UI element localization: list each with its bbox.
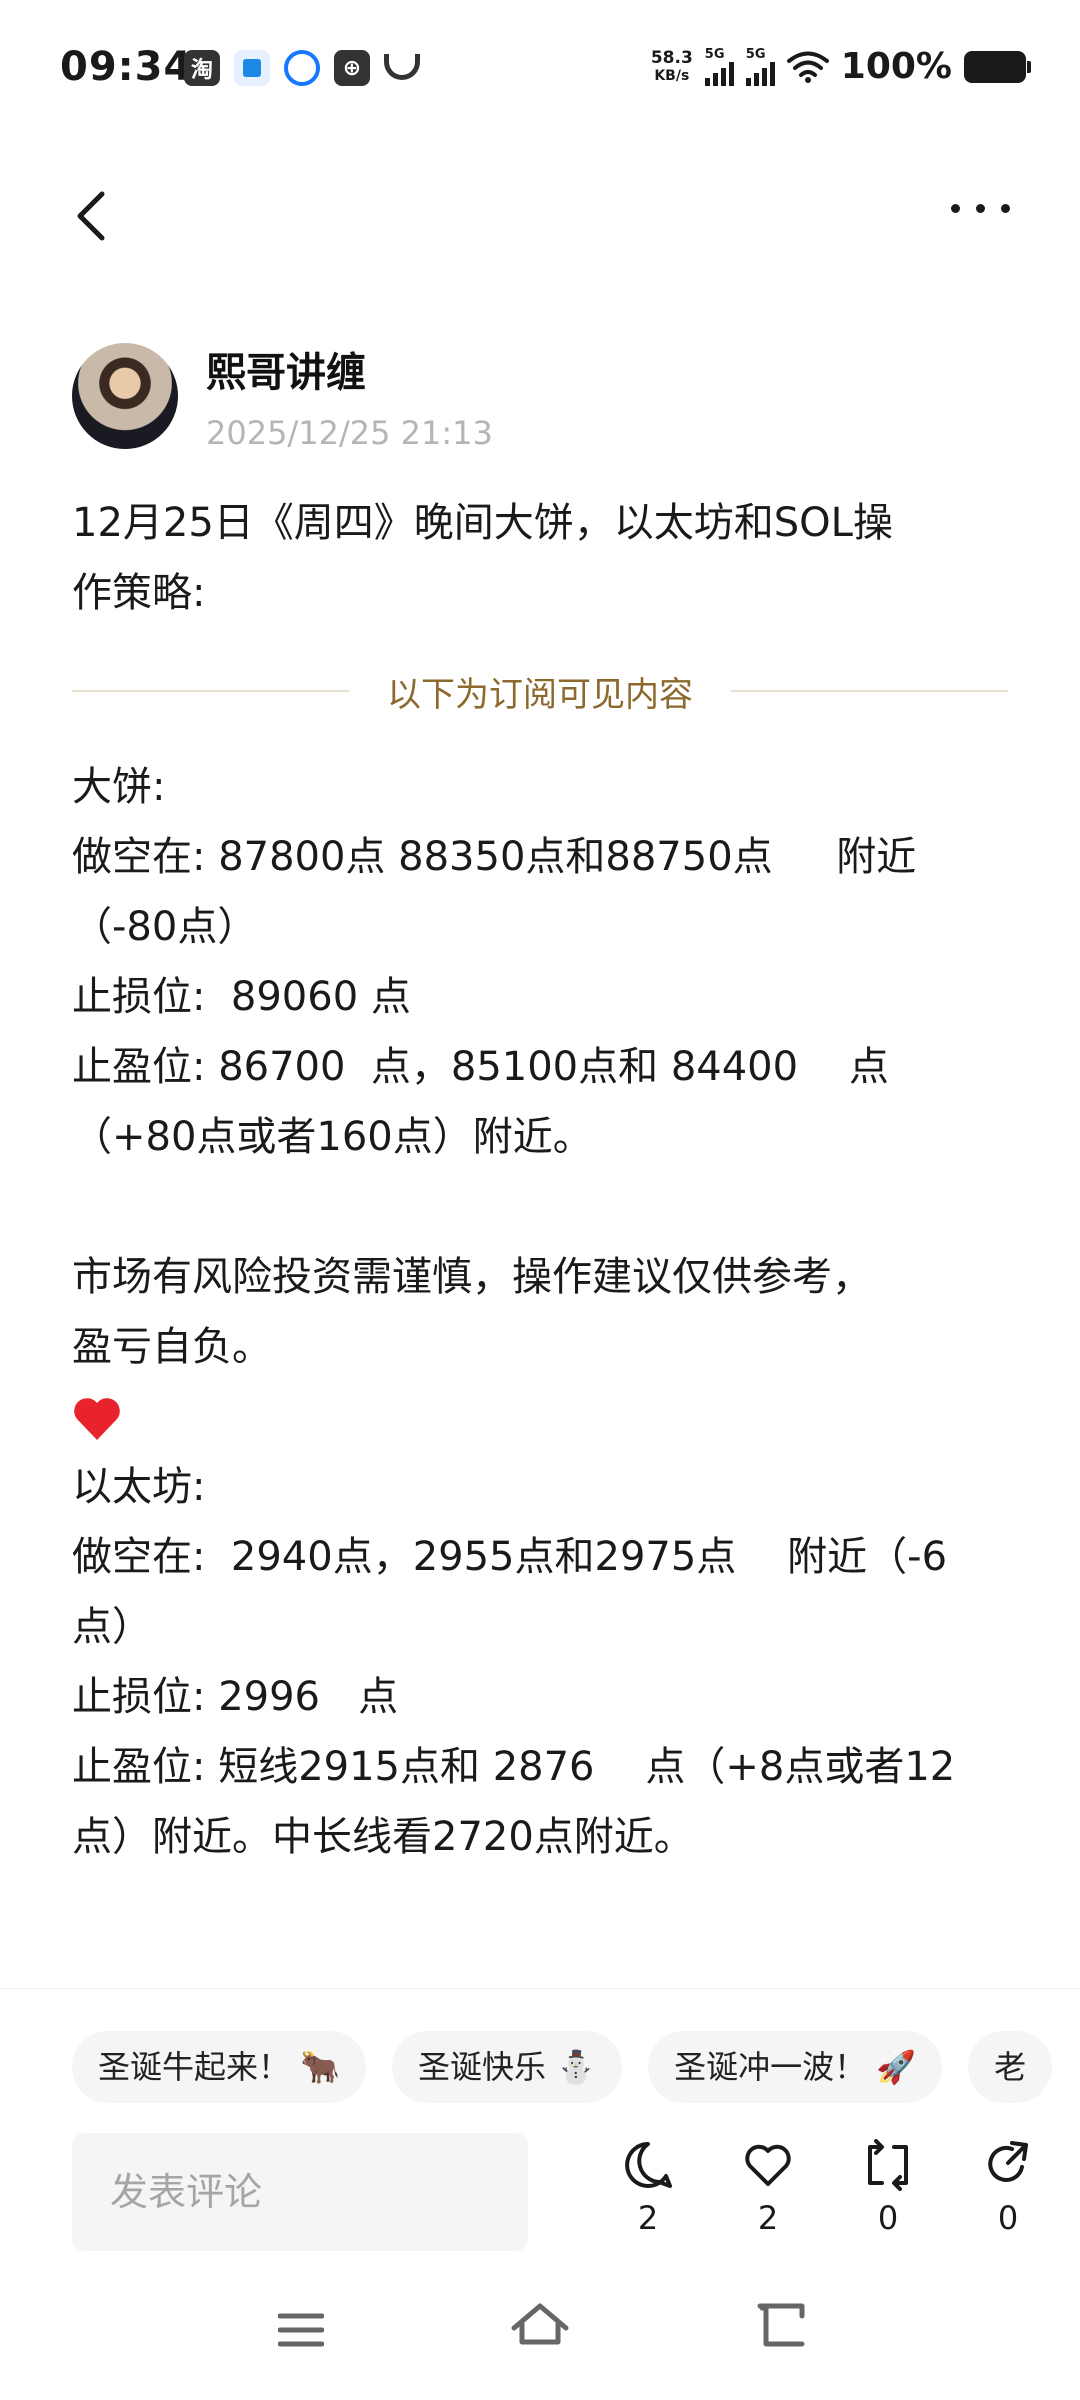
- home-icon[interactable]: [510, 2302, 570, 2354]
- avatar[interactable]: [72, 343, 178, 449]
- comment-button[interactable]: 2: [588, 2139, 708, 2237]
- post-text-line: 止盈位: 短线2915点和 2876 点（+8点或者12: [72, 1744, 956, 1790]
- system-nav-bar: [0, 2290, 1080, 2380]
- post-text-line: 点）: [72, 1604, 152, 1650]
- post-text-line: 盈亏自负。: [72, 1324, 272, 1370]
- quick-reply-chip[interactable]: 圣诞快乐 ⛄: [392, 2031, 623, 2103]
- post-text-line: 止损位: 89060 点: [72, 974, 411, 1020]
- post-text-line: （-80点）: [72, 904, 258, 950]
- post-text-line: 点）附近。中长线看2720点附近。: [72, 1814, 694, 1860]
- nav-back-icon[interactable]: [756, 2302, 806, 2350]
- repost-icon: [868, 2139, 908, 2191]
- quick-reply-chip[interactable]: 圣诞牛起来！ 🐂: [72, 2031, 367, 2103]
- quick-reply-chips: 圣诞牛起来！ 🐂 圣诞快乐 ⛄ 圣诞冲一波！ 🚀 老: [72, 2031, 1053, 2103]
- more-options-icon[interactable]: [951, 204, 1010, 213]
- post-timestamp: 2025/12/25 21:13: [206, 414, 493, 452]
- post-text-line: 做空在: 2940点，2955点和2975点 附近（-6: [72, 1534, 948, 1580]
- subscriber-content: 大饼: 做空在: 87800点 88350点和88750点 附近 （-80点） 止损位…: [72, 752, 1012, 2012]
- share-button[interactable]: 0: [948, 2139, 1068, 2237]
- post-intro: 12月25日《周四》晚间大饼，以太坊和SOL操 作策略:: [72, 488, 1012, 628]
- top-nav: [0, 160, 1080, 270]
- post-actions: 2 2 0 0: [588, 2139, 1068, 2237]
- taobao-icon: 淘: [184, 50, 220, 86]
- author-header: 熙哥讲缠 2025/12/25 21:13: [72, 340, 493, 452]
- alipay-icon: [284, 50, 320, 86]
- heart-emoji-line: [72, 1382, 1012, 1452]
- post-text-line: 大饼:: [72, 764, 166, 810]
- back-icon[interactable]: [66, 188, 116, 244]
- like-button[interactable]: 2: [708, 2139, 828, 2237]
- post-text-line: 做空在: 87800点 88350点和88750点 附近: [72, 834, 917, 880]
- subscribe-divider: 以下为订阅可见内容: [72, 658, 1008, 724]
- signal-icon: 5G: [745, 47, 775, 86]
- wifi-icon: [786, 51, 829, 83]
- like-count: 2: [757, 2199, 779, 2237]
- app-icon: [234, 50, 270, 86]
- signal-icon: 5G: [704, 47, 734, 86]
- post-text-line: 止损位: 2996 点: [72, 1674, 399, 1720]
- quick-reply-chip[interactable]: 圣诞冲一波！ 🚀: [648, 2031, 943, 2103]
- status-time: 09:34: [60, 44, 193, 90]
- post-text-line: 止盈位: 86700 点，85100点和 84400 点: [72, 1044, 889, 1090]
- share-icon: [988, 2141, 1028, 2182]
- post-text-line: 作策略:: [72, 570, 206, 616]
- menu-icon[interactable]: [278, 2310, 324, 2350]
- cup-icon: [384, 54, 420, 80]
- comment-count: 2: [637, 2199, 659, 2237]
- comment-input[interactable]: 发表评论: [72, 2133, 528, 2251]
- post-text-line: 市场有风险投资需谨慎，操作建议仅供参考，: [72, 1254, 872, 1300]
- bank-icon: ⊕: [334, 50, 370, 86]
- heart-outline-icon: [745, 2144, 791, 2186]
- repost-button[interactable]: 0: [828, 2139, 948, 2237]
- notification-icons: 淘 ⊕: [184, 50, 420, 86]
- divider-line: [731, 690, 1008, 692]
- battery-percent: 100%: [840, 46, 952, 87]
- author-info: 熙哥讲缠 2025/12/25 21:13: [206, 340, 493, 452]
- heart-icon: [74, 1398, 120, 1440]
- repost-count: 0: [877, 2199, 899, 2237]
- share-count: 0: [997, 2199, 1019, 2237]
- author-name[interactable]: 熙哥讲缠: [206, 340, 493, 398]
- subscribe-label: 以下为订阅可见内容: [387, 674, 693, 715]
- post-text-line: 12月25日《周四》晚间大饼，以太坊和SOL操: [72, 500, 893, 546]
- quick-reply-chip[interactable]: 老: [968, 2031, 1053, 2103]
- divider-line: [72, 690, 349, 692]
- system-indicators: 58.3 KB/s 5G 5G 100%: [650, 46, 1031, 87]
- battery-icon: [964, 50, 1031, 83]
- comment-icon: [625, 2142, 672, 2188]
- post-text-line: （+80点或者160点）附近。: [72, 1114, 593, 1160]
- status-bar: 09:34 淘 ⊕ 58.3 KB/s 5G 5G 100%: [0, 0, 1080, 140]
- post-text-line: 以太坊:: [72, 1464, 206, 1510]
- net-speed: 58.3 KB/s: [650, 47, 693, 84]
